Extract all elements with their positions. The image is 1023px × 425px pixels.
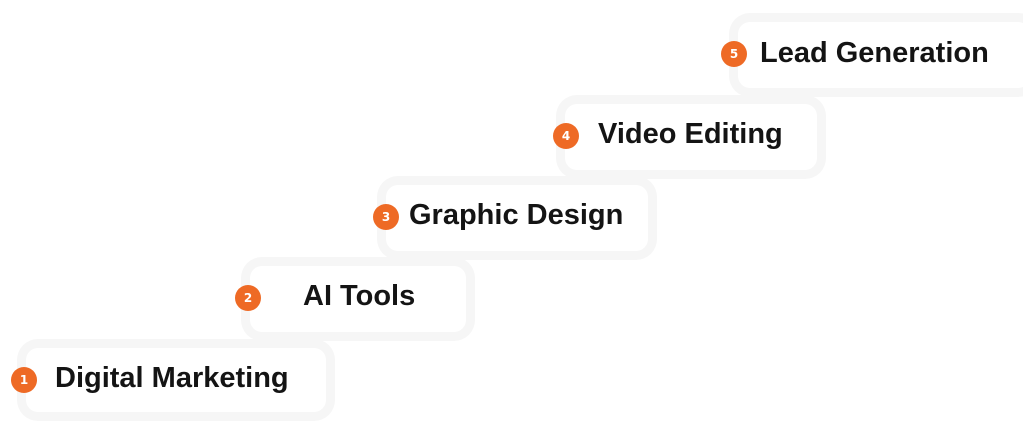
step-number-badge: 5 <box>721 41 747 67</box>
staircase-steps: 1 Digital Marketing 2 AI Tools 3 Graphic… <box>0 0 1023 425</box>
step-number-badge: 3 <box>373 204 399 230</box>
step-number-badge: 4 <box>553 123 579 149</box>
step-label: Video Editing <box>598 118 783 150</box>
step-label: AI Tools <box>303 280 416 312</box>
step-number-badge: 2 <box>235 285 261 311</box>
step-label: Lead Generation <box>760 37 989 69</box>
step-label: Graphic Design <box>409 199 624 231</box>
step-number-badge: 1 <box>11 367 37 393</box>
step-label: Digital Marketing <box>55 362 289 394</box>
